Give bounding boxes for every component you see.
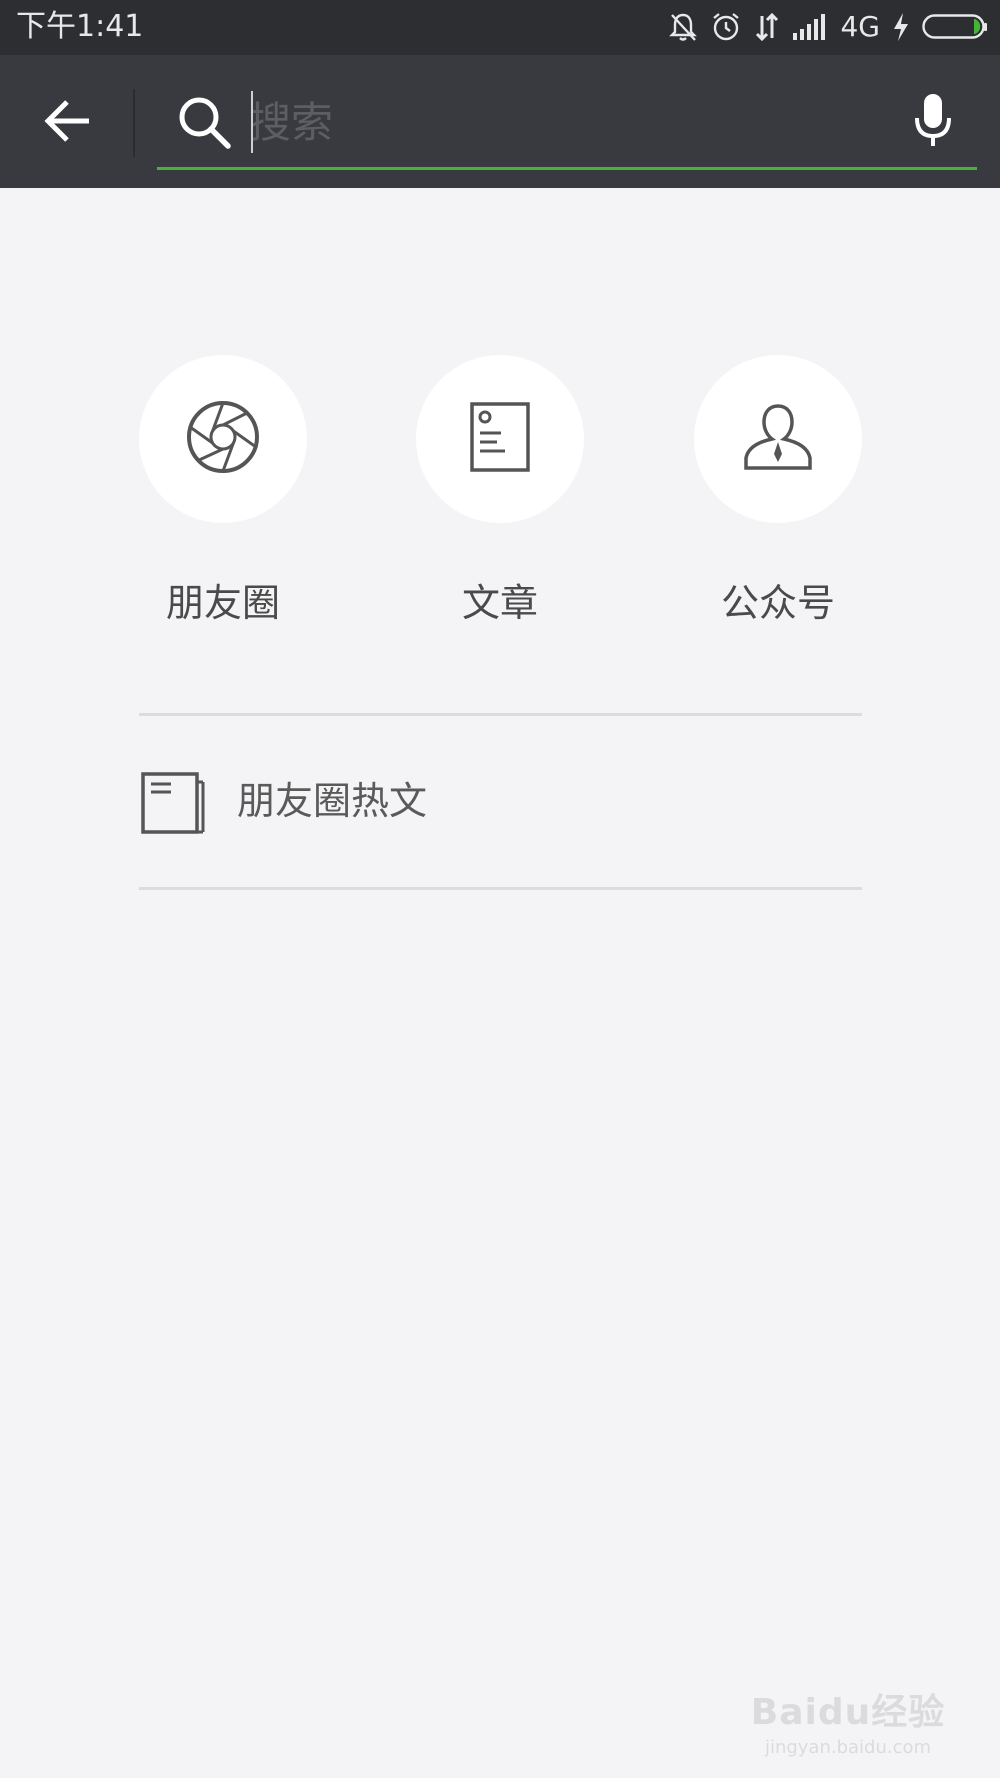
section-divider [139, 887, 862, 890]
newspaper-icon [141, 772, 207, 834]
signal-icon [792, 13, 828, 41]
search-input[interactable] [249, 93, 849, 151]
category-label: 文章 [461, 581, 538, 625]
bell-off-icon [668, 11, 698, 43]
watermark-url: jingyan.baidu.com [764, 1737, 932, 1758]
category-label: 朋友圈 [165, 581, 280, 625]
battery-icon [922, 13, 988, 41]
header-divider [133, 89, 135, 157]
category-articles[interactable]: 文章 [400, 355, 600, 627]
status-bar: 下午1:41 4G [0, 0, 1000, 55]
person-icon [742, 402, 814, 476]
arrow-left-icon [43, 98, 93, 148]
hot-articles-label: 朋友圈热文 [237, 779, 428, 823]
back-button[interactable] [28, 89, 108, 157]
category-moments[interactable]: 朋友圈 [123, 355, 323, 627]
category-icon-circle [416, 355, 584, 523]
text-caret [251, 91, 253, 153]
aperture-icon [185, 399, 261, 479]
category-label: 公众号 [720, 581, 835, 625]
search-field[interactable] [157, 79, 977, 170]
data-transfer-icon [754, 12, 780, 42]
watermark-brand: Baidu经验 [750, 1692, 946, 1733]
status-icons: 4G [668, 8, 988, 46]
baidu-watermark: Baidu经验 jingyan.baidu.com [748, 1683, 948, 1758]
search-header [0, 55, 1000, 188]
category-icon-circle [139, 355, 307, 523]
status-time: 下午1:41 [16, 9, 144, 44]
category-official-accounts[interactable]: 公众号 [678, 355, 878, 627]
microphone-icon [913, 92, 953, 154]
voice-search-button[interactable] [903, 89, 963, 157]
document-icon [469, 401, 531, 477]
category-icon-circle [694, 355, 862, 523]
charging-icon [892, 12, 910, 42]
network-label: 4G [840, 10, 880, 43]
search-icon [177, 95, 233, 151]
alarm-icon [710, 11, 742, 43]
moments-hot-articles-row[interactable]: 朋友圈热文 [139, 716, 862, 887]
